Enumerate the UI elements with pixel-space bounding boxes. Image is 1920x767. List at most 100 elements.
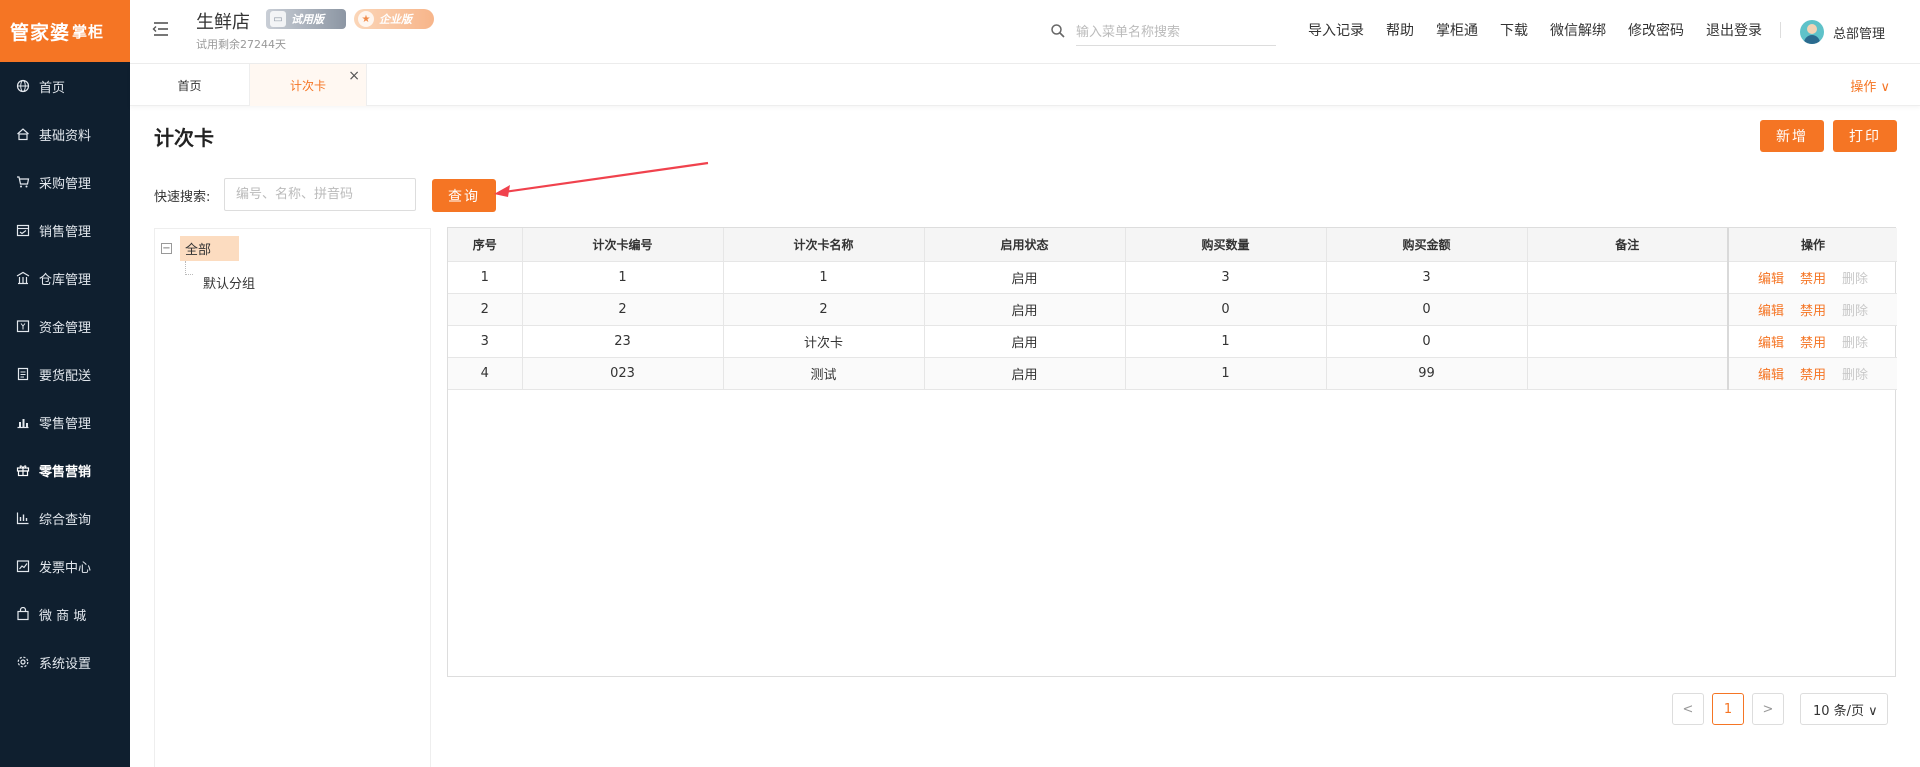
- tab-home[interactable]: 首页: [130, 64, 249, 106]
- delete-button[interactable]: 删除: [1842, 272, 1868, 287]
- edit-button[interactable]: 编辑: [1758, 304, 1784, 319]
- sidebar-item-3[interactable]: 销售管理: [0, 206, 130, 254]
- chat-icon: ▭: [270, 11, 286, 27]
- edit-button[interactable]: 编辑: [1758, 368, 1784, 383]
- disable-button[interactable]: 禁用: [1800, 368, 1826, 383]
- page-title: 计次卡: [154, 126, 214, 150]
- table-cell: 1: [722, 260, 925, 294]
- prev-page-button[interactable]: <: [1672, 693, 1704, 725]
- delete-button[interactable]: 删除: [1842, 368, 1868, 383]
- table-cell: 启用: [923, 324, 1126, 358]
- column-header: 购买数量: [1124, 228, 1327, 262]
- query-button[interactable]: 查询: [432, 179, 496, 212]
- edit-button[interactable]: 编辑: [1758, 336, 1784, 351]
- trial-badge-label: 试用版: [291, 13, 324, 26]
- table-cell: 2: [448, 292, 523, 326]
- sidebar-item-2[interactable]: 采购管理: [0, 158, 130, 206]
- sidebar-item-label: 综合查询: [39, 512, 92, 528]
- table-row: 4 023 测试 启用 1 99 编辑 禁用 删除: [448, 356, 1897, 390]
- tree-item-default-group[interactable]: 默认分组: [203, 273, 255, 292]
- document-icon: [16, 367, 30, 381]
- sidebar-item-9[interactable]: 综合查询: [0, 494, 130, 542]
- column-header: 启用状态: [923, 228, 1126, 262]
- sidebar-item-6[interactable]: 要货配送: [0, 350, 130, 398]
- column-header: 购买金额: [1325, 228, 1528, 262]
- table-cell: 启用: [923, 356, 1126, 390]
- sidebar-item-11[interactable]: 微 商 城: [0, 590, 130, 638]
- sidebar-item-label: 采购管理: [39, 176, 92, 192]
- cart-icon: [16, 175, 30, 189]
- tab-count-card[interactable]: 计次卡 ×: [249, 64, 367, 106]
- row-actions: 编辑 禁用 删除: [1727, 324, 1897, 358]
- add-button[interactable]: 新增: [1760, 120, 1824, 152]
- star-icon: ★: [358, 11, 374, 27]
- money-icon: [16, 319, 30, 333]
- column-header: 操作: [1727, 228, 1897, 262]
- sidebar-item-8[interactable]: 零售营销: [0, 446, 130, 494]
- delete-button[interactable]: 删除: [1842, 336, 1868, 351]
- user-menu[interactable]: 总部管理: [1800, 20, 1885, 44]
- trial-remaining: 试用剩余27244天: [196, 38, 286, 51]
- gear-icon: [16, 655, 30, 669]
- column-header: 计次卡名称: [722, 228, 925, 262]
- print-button[interactable]: 打印: [1833, 120, 1897, 152]
- header-link-2[interactable]: 掌柜通: [1436, 20, 1478, 40]
- disable-button[interactable]: 禁用: [1800, 336, 1826, 351]
- sidebar-nav: 首页基础资料采购管理销售管理 仓库管理 资金管理要货配送零售管理零售营销综合查询发票…: [0, 62, 130, 686]
- quick-search-input[interactable]: [224, 178, 416, 211]
- calendar-icon: [16, 223, 30, 237]
- sidebar-item-1[interactable]: 基础资料: [0, 110, 130, 158]
- sidebar-item-label: 系统设置: [39, 656, 92, 672]
- table-cell: 23: [521, 324, 724, 358]
- avatar: [1800, 20, 1824, 44]
- tree-root-all[interactable]: − 全部: [161, 236, 240, 261]
- delete-button[interactable]: 删除: [1842, 304, 1868, 319]
- column-header: 计次卡编号: [521, 228, 724, 262]
- table-cell: [1526, 324, 1729, 358]
- menu-toggle-icon[interactable]: [152, 20, 170, 38]
- page-size-select[interactable]: 10 条/页 ∨: [1800, 693, 1888, 725]
- operations-dropdown[interactable]: 操作 ∨: [1850, 76, 1890, 95]
- sidebar-item-label: 要货配送: [39, 368, 92, 384]
- collapse-icon[interactable]: −: [161, 243, 172, 254]
- disable-button[interactable]: 禁用: [1800, 272, 1826, 287]
- header-link-1[interactable]: 帮助: [1386, 20, 1414, 40]
- sidebar-item-0[interactable]: 首页: [0, 62, 130, 110]
- sidebar-item-5[interactable]: 资金管理: [0, 302, 130, 350]
- sidebar-item-label: 基础资料: [39, 128, 92, 144]
- sidebar-item-12[interactable]: 系统设置: [0, 638, 130, 686]
- data-table: 序号 计次卡编号 计次卡名称 启用状态 购买数量 购买金额 备注 操作 1 1 1 启用 3 3 编辑 禁用…: [447, 227, 1897, 677]
- table-cell: 计次卡: [722, 324, 925, 358]
- bar-chart-icon: [16, 415, 30, 429]
- table-cell: 启用: [923, 260, 1126, 294]
- table-cell: 1: [1124, 356, 1327, 390]
- sidebar-item-4[interactable]: 仓库管理: [0, 254, 130, 302]
- close-icon[interactable]: ×: [348, 68, 360, 84]
- sidebar: 管家婆 掌柜 首页 基础资料 采购管理 销售管理 仓库管理 资金管理 要货配送 零售管理 零售营…: [0, 0, 130, 767]
- table-cell: 测试: [722, 356, 925, 390]
- header-link-3[interactable]: 下载: [1500, 20, 1528, 40]
- header-divider: [1780, 22, 1781, 38]
- enterprise-badge: ★ 企业版: [354, 9, 434, 29]
- sidebar-item-10[interactable]: 发票中心: [0, 542, 130, 590]
- edit-button[interactable]: 编辑: [1758, 272, 1784, 287]
- store-name: 生鲜店: [196, 12, 250, 33]
- header-link-5[interactable]: 修改密码: [1628, 20, 1684, 40]
- sidebar-item-7[interactable]: 零售管理: [0, 398, 130, 446]
- header-link-6[interactable]: 退出登录: [1706, 20, 1762, 40]
- table-cell: 0: [1325, 324, 1528, 358]
- disable-button[interactable]: 禁用: [1800, 304, 1826, 319]
- table-cell: 2: [521, 292, 724, 326]
- table-cell: 023: [521, 356, 724, 390]
- tree-connector: [185, 261, 193, 275]
- menu-search-input[interactable]: [1076, 20, 1276, 46]
- next-page-button[interactable]: >: [1752, 693, 1784, 725]
- sidebar-item-label: 零售营销: [39, 464, 92, 480]
- tree-root-label: 全部: [180, 236, 240, 261]
- header-link-4[interactable]: 微信解绑: [1550, 20, 1606, 40]
- row-actions: 编辑 禁用 删除: [1727, 292, 1897, 326]
- page-number-current[interactable]: 1: [1712, 693, 1744, 725]
- annotation-arrow: [494, 161, 709, 197]
- table-cell: [1526, 260, 1729, 294]
- header-link-0[interactable]: 导入记录: [1308, 20, 1364, 40]
